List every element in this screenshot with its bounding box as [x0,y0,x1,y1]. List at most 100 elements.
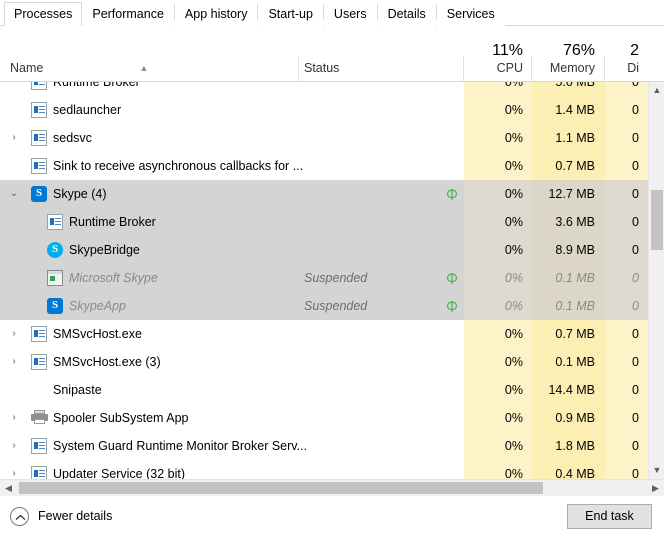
chevron-down-icon[interactable]: ▼ [649,462,664,479]
memory-cell: 1.4 MB [532,96,605,124]
chevron-right-icon[interactable]: › [8,124,20,152]
chevron-up-circle-icon [10,506,29,526]
cpu-cell: 0% [464,432,532,460]
leaf-efficiency-indicator [444,298,460,314]
disk-cell: 0 [605,376,648,404]
table-row[interactable]: Snipaste 0% 14.4 MB 0 [0,376,648,404]
cpu-cell: 0% [464,292,532,320]
table-row[interactable]: › Updater Service (32 bit) 0% 0.4 MB 0 [0,460,648,479]
column-header-cpu-label: CPU [496,61,523,75]
window-icon [47,270,63,286]
chevron-right-icon[interactable]: › [8,320,20,348]
fewer-details-label: Fewer details [38,509,113,523]
cpu-cell: 0% [464,348,532,376]
leaf-efficiency-icon [446,189,458,200]
memory-cell: 0.1 MB [532,264,605,292]
table-row[interactable]: Sink to receive asynchronous callbacks f… [0,152,648,180]
chevron-right-icon[interactable]: › [8,432,20,460]
memory-cell: 0.1 MB [532,348,605,376]
column-header-disk[interactable]: 2 Di [605,26,639,81]
table-row[interactable]: S SkypeBridge 0% 8.9 MB 0 [0,236,648,264]
horizontal-scrollbar-thumb[interactable] [19,482,543,494]
disk-cell: 0 [605,180,648,208]
column-header-name-label: Name [10,61,44,75]
chevron-down-icon[interactable]: ⌄ [8,180,20,208]
table-row[interactable]: › Spooler SubSystem App 0% 0.9 MB 0 [0,404,648,432]
disk-cell: 0 [605,96,648,124]
column-header-cpu[interactable]: 11% CPU [464,26,523,81]
tab-bar: Processes Performance App history Start-up U… [0,0,664,27]
cpu-cell: 0% [464,404,532,432]
table-row[interactable]: › System Guard Runtime Monitor Broker Ser… [0,432,648,460]
process-name-label: SkypeApp [69,299,126,313]
table-row[interactable]: › SMSvcHost.exe (3) 0% 0.1 MB 0 [0,348,648,376]
tab-performance[interactable]: Performance [82,2,174,26]
table-row[interactable]: Runtime Broker 0% 3.6 MB 0 [0,208,648,236]
tab-users[interactable]: Users [323,2,377,26]
process-name-label: SkypeBridge [69,243,140,257]
memory-cell: 1.8 MB [532,432,605,460]
process-name-label: Microsoft Skype [69,271,158,285]
tab-details[interactable]: Details [377,2,436,26]
chevron-up-icon[interactable]: ▲ [649,82,664,99]
memory-total-value: 76% [562,42,595,59]
cpu-total-value: 11% [492,42,523,59]
generic-app-icon [31,326,47,342]
process-name-label: System Guard Runtime Monitor Broker Serv… [53,439,308,453]
end-task-button[interactable]: End task [567,504,652,529]
process-list[interactable]: Runtime Broker 0% 5.0 MB 0 sedlauncher 0% 1.4 … [0,82,664,479]
skype-square-icon: S [47,298,63,314]
generic-app-icon [31,130,47,146]
cpu-cell: 0% [464,82,532,96]
table-row[interactable]: sedlauncher 0% 1.4 MB 0 [0,96,648,124]
cpu-cell: 0% [464,180,532,208]
table-row[interactable]: Microsoft Skype Suspended 0% 0.1 MB 0 [0,264,648,292]
memory-cell: 12.7 MB [532,180,605,208]
process-name-label: Snipaste [53,383,102,397]
disk-cell: 0 [605,208,648,236]
leaf-efficiency-indicator [444,186,460,202]
chevron-left-icon[interactable]: ◀ [0,480,17,496]
generic-app-icon [31,466,47,479]
column-header-memory[interactable]: 76% Memory [532,26,595,81]
cpu-cell: 0% [464,376,532,404]
table-row[interactable]: › SMSvcHost.exe 0% 0.7 MB 0 [0,320,648,348]
chevron-right-icon[interactable]: › [8,404,20,432]
process-name-label: Updater Service (32 bit) [53,467,186,479]
memory-cell: 3.6 MB [532,208,605,236]
disk-cell: 0 [605,432,648,460]
disk-cell: 0 [605,124,648,152]
task-manager-window: Processes Performance App history Start-up U… [0,0,664,541]
vertical-scrollbar-thumb[interactable] [651,190,663,250]
vertical-scrollbar[interactable]: ▲ ▼ [648,82,664,479]
column-header-name[interactable]: Name [10,26,290,81]
table-row[interactable]: S SkypeApp Suspended 0% 0.1 MB 0 [0,292,648,320]
cpu-cell: 0% [464,460,532,479]
disk-cell: 0 [605,264,648,292]
tab-start-up[interactable]: Start-up [258,2,323,26]
memory-cell: 0.4 MB [532,460,605,479]
status-badge: Suspended [304,271,368,285]
column-header-status[interactable]: Status [304,26,454,81]
process-name-label: sedlauncher [53,103,122,117]
fewer-details-button[interactable]: Fewer details [10,505,112,527]
tab-services[interactable]: Services [436,2,505,26]
memory-cell: 0.7 MB [532,152,605,180]
tab-processes[interactable]: Processes [4,2,83,27]
chevron-right-icon[interactable]: › [8,460,20,479]
table-row[interactable]: Runtime Broker 0% 5.0 MB 0 [0,82,648,96]
column-divider[interactable] [298,56,299,81]
table-row[interactable]: › sedsvc 0% 1.1 MB 0 [0,124,648,152]
process-name-label: SMSvcHost.exe (3) [53,355,161,369]
memory-cell: 0.1 MB [532,292,605,320]
tab-app-history[interactable]: App history [174,2,258,26]
chevron-right-icon[interactable]: › [8,348,20,376]
generic-app-icon [47,214,63,230]
leaf-efficiency-icon [446,273,458,284]
table-row[interactable]: ⌄ S Skype (4) 0% 12.7 MB 0 [0,180,648,208]
process-name-label: Skype (4) [53,187,107,201]
horizontal-scrollbar[interactable]: ◀ ▶ [0,479,664,496]
chevron-right-icon[interactable]: ▶ [647,480,664,496]
memory-cell: 5.0 MB [532,82,605,96]
generic-app-icon [31,438,47,454]
